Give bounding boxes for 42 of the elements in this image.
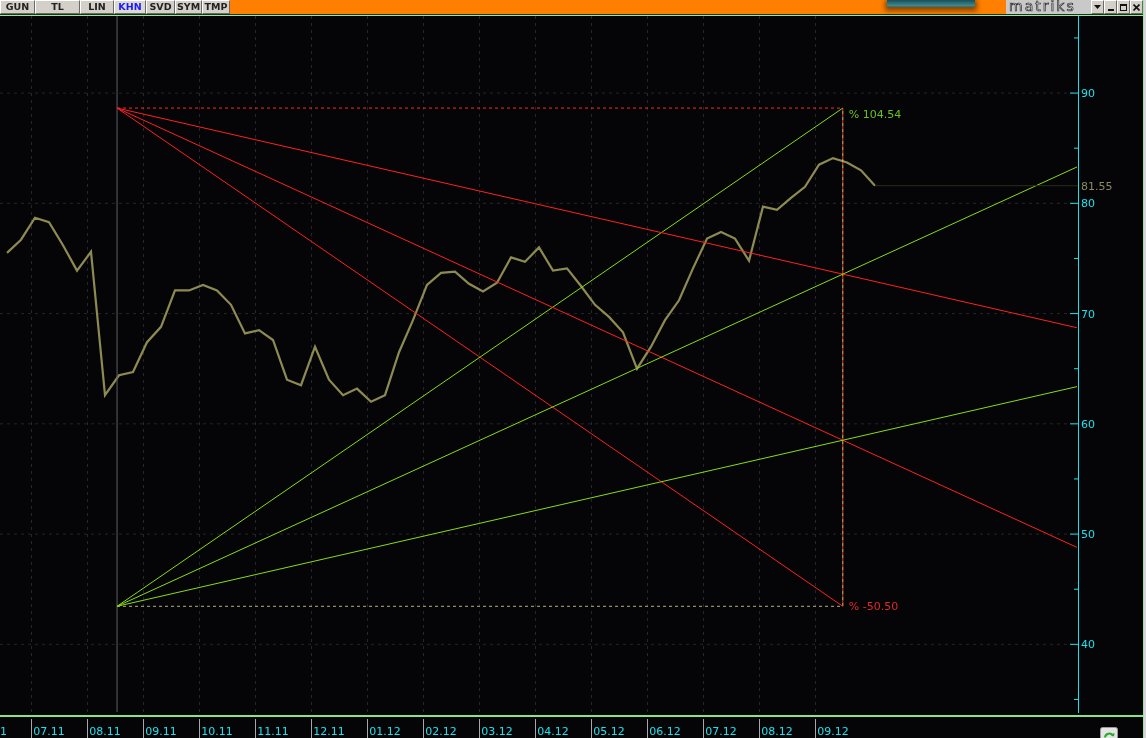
menu-button[interactable]	[1091, 0, 1104, 14]
mode-button[interactable]: TMP	[202, 0, 230, 14]
axis-label: 07.12	[705, 725, 737, 738]
axis-label: 05.12	[593, 725, 625, 738]
axis-label: 06.12	[649, 725, 681, 738]
axis-label: 01.12	[369, 725, 401, 738]
axis-label: 04.12	[537, 725, 569, 738]
axis-label: 08.11	[89, 725, 121, 738]
mode-button[interactable]: GUN	[0, 0, 35, 14]
maximize-button[interactable]	[1117, 0, 1130, 14]
mode-button[interactable]: SYM	[175, 0, 202, 14]
mode-button[interactable]: KHN	[114, 0, 146, 14]
axis-label: 09.11	[145, 725, 177, 738]
mode-button[interactable]: SVD	[146, 0, 175, 14]
percent-label: % -50.50	[848, 600, 899, 614]
axis-label: 09.12	[817, 725, 849, 738]
axis-label: 12.11	[313, 725, 345, 738]
axis-label: 1	[0, 725, 7, 738]
close-button[interactable]	[1130, 0, 1143, 14]
axis-label: 07.11	[33, 725, 65, 738]
axis-label: 11.11	[257, 725, 289, 738]
last-price-label: 81.55	[1081, 179, 1113, 193]
percent-label: % 104.54	[848, 108, 902, 122]
mode-button[interactable]: LIN	[80, 0, 114, 14]
maximize-icon	[1120, 3, 1127, 11]
minimize-icon	[1107, 8, 1114, 11]
axis-label: 10.11	[201, 725, 233, 738]
axis-label: 80	[1081, 197, 1095, 211]
axis-label: 70	[1081, 307, 1095, 321]
axis-label: 50	[1081, 528, 1095, 542]
axis-label: 08.12	[761, 725, 793, 738]
axis-label: 03.12	[481, 725, 513, 738]
axis-label: 90	[1081, 87, 1095, 101]
close-icon	[1133, 3, 1140, 11]
axis-label: 02.12	[425, 725, 457, 738]
mode-button[interactable]: TL	[35, 0, 80, 14]
axis-label: 40	[1081, 638, 1095, 652]
logo: matriks	[1006, 0, 1091, 14]
refresh-icon[interactable]	[1100, 727, 1118, 738]
dropdown-icon	[1094, 5, 1101, 9]
axis-label: 60	[1081, 417, 1095, 431]
minimize-button[interactable]	[1104, 0, 1117, 14]
